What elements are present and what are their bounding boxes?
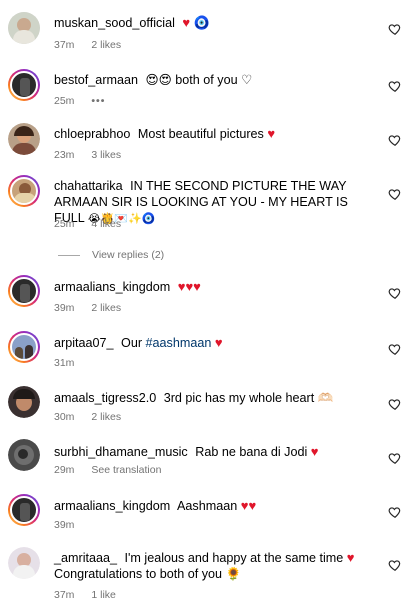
avatar[interactable] [8, 69, 40, 101]
comment-likes[interactable]: 3 likes [91, 149, 121, 161]
hashtag-link[interactable]: #aashmaan [146, 336, 212, 350]
comment-body: muskan_sood_official ♥ 🧿 [54, 15, 376, 31]
comment-meta: 25m ••• [54, 95, 119, 107]
comment-time: 25m [54, 95, 75, 107]
see-translation-link[interactable]: See translation [91, 464, 161, 476]
comment-username[interactable]: amaals_tigress2.0 [54, 391, 156, 405]
comment-likes[interactable]: 2 likes [91, 411, 121, 423]
comment-text: Most beautiful pictures [137, 127, 264, 141]
comment-time: 37m [54, 39, 75, 51]
like-heart-icon[interactable] [388, 397, 402, 411]
view-replies-label[interactable]: View replies (2) [92, 249, 164, 261]
comment-meta: 31m [54, 357, 88, 369]
comment-time: 39m [54, 302, 75, 314]
avatar[interactable] [8, 275, 40, 307]
comment-text: Our [121, 336, 143, 350]
comment-text: 😍😍 both of you ♡ [145, 73, 253, 87]
comment-meta: 39m [54, 519, 88, 531]
comment-likes[interactable]: 2 likes [91, 39, 121, 51]
comment-meta: 23m 3 likes [54, 149, 135, 161]
comment-likes[interactable]: 4 likes [91, 218, 121, 230]
comment-emoji: ♥ [267, 126, 276, 141]
replies-divider [58, 254, 80, 256]
comment-time: 31m [54, 357, 75, 369]
avatar[interactable] [8, 175, 40, 207]
comment-username[interactable]: surbhi_dhamane_music [54, 445, 188, 459]
like-heart-icon[interactable] [388, 286, 402, 300]
like-heart-icon[interactable] [388, 79, 402, 93]
comment-body: _amritaaa_ I'm jealous and happy at the … [54, 550, 376, 582]
comment-username[interactable]: _amritaaa_ [54, 551, 117, 565]
comment-meta: 37m 1 like [54, 589, 130, 598]
comment-meta: 30m 2 likes [54, 411, 135, 423]
comment-body: armaalians_kingdom ♥♥♥ [54, 279, 376, 295]
avatar[interactable] [8, 439, 40, 471]
comment-emoji: ♥ [346, 550, 355, 565]
comment-username[interactable]: bestof_armaan [54, 73, 138, 87]
comment-text-line2: Congratulations to both of you 🌻 [54, 567, 242, 581]
comment-text: Rab ne bana di Jodi [195, 445, 308, 459]
comment-meta: 39m 2 likes [54, 302, 135, 314]
comment-time: 39m [54, 519, 75, 531]
like-heart-icon[interactable] [388, 133, 402, 147]
like-heart-icon[interactable] [388, 558, 402, 572]
comment-time: 25m [54, 218, 75, 230]
comment-body: bestof_armaan 😍😍 both of you ♡ [54, 72, 376, 88]
comment-text: 3rd pic has my whole heart 🫶🏻 [163, 391, 334, 405]
comment-time: 30m [54, 411, 75, 423]
comment-body: surbhi_dhamane_music Rab ne bana di Jodi… [54, 444, 376, 460]
comment-likes[interactable]: 2 likes [91, 302, 121, 314]
comment-emoji: ♥ 🧿 [182, 15, 210, 30]
avatar[interactable] [8, 547, 40, 579]
comment-username[interactable]: chloeprabhoo [54, 127, 130, 141]
comment-username[interactable]: arpitaa07_ [54, 336, 114, 350]
comment-body: amaals_tigress2.0 3rd pic has my whole h… [54, 390, 376, 406]
comment-username[interactable]: armaalians_kingdom [54, 280, 170, 294]
comment-body: armaalians_kingdom Aashmaan ♥♥ [54, 498, 376, 514]
like-heart-icon[interactable] [388, 22, 402, 36]
more-options-icon[interactable]: ••• [91, 95, 105, 107]
avatar[interactable] [8, 494, 40, 526]
like-heart-icon[interactable] [388, 505, 402, 519]
comment-text: Aashmaan [177, 499, 238, 513]
avatar[interactable] [8, 123, 40, 155]
comment-text: I'm jealous and happy at the same time [124, 551, 344, 565]
comment-body: arpitaa07_ Our #aashmaan ♥ [54, 335, 376, 351]
comment-meta: 29m See translation [54, 464, 175, 476]
comment-time: 37m [54, 589, 75, 598]
comment-time: 29m [54, 464, 75, 476]
avatar[interactable] [8, 331, 40, 363]
comment-meta: 25m 4 likes [54, 218, 135, 230]
like-heart-icon[interactable] [388, 187, 402, 201]
view-replies-button[interactable]: View replies (2) [58, 249, 164, 261]
comment-username[interactable]: muskan_sood_official [54, 16, 175, 30]
comment-emoji: ♥ [310, 444, 319, 459]
avatar[interactable] [8, 12, 40, 44]
comment-emoji: ♥♥ [240, 498, 257, 513]
like-heart-icon[interactable] [388, 451, 402, 465]
comment-meta: 37m 2 likes [54, 39, 135, 51]
comment-emoji: ♥♥♥ [177, 279, 201, 294]
comment-time: 23m [54, 149, 75, 161]
comment-body: chloeprabhoo Most beautiful pictures ♥ [54, 126, 376, 142]
comment-emoji: ♥ [214, 335, 223, 350]
like-heart-icon[interactable] [388, 342, 402, 356]
avatar[interactable] [8, 386, 40, 418]
comment-username[interactable]: armaalians_kingdom [54, 499, 170, 513]
comment-username[interactable]: chahattarika [54, 179, 123, 193]
comment-likes[interactable]: 1 like [91, 589, 116, 598]
